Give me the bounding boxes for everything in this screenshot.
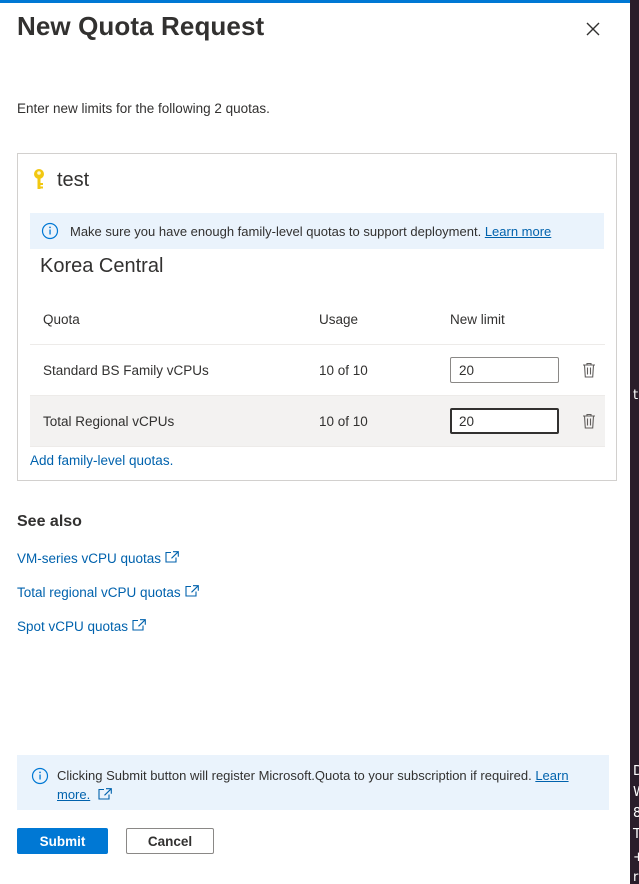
vm-series-quotas-link[interactable]: VM-series vCPU quotas: [17, 550, 179, 566]
new-limit-cell: [450, 408, 559, 434]
subscription-card: test Make sure you have enough family-le…: [17, 153, 617, 481]
spot-quotas-link[interactable]: Spot vCPU quotas: [17, 618, 146, 634]
quota-usage: 10 of 10: [319, 362, 368, 378]
learn-more-link[interactable]: Learn more: [485, 224, 551, 239]
region-title: Korea Central: [40, 255, 164, 277]
quota-table: Quota Usage New limit Standard BS Family…: [30, 294, 605, 447]
table-header: Quota Usage New limit: [30, 294, 605, 345]
notice-learn-more-link[interactable]: Learn: [535, 768, 568, 783]
background-text: T: [633, 827, 639, 842]
new-limit-cell: [450, 357, 559, 383]
background-text: t: [633, 388, 639, 403]
trash-icon[interactable]: [582, 362, 596, 378]
background-text: r: [633, 870, 639, 884]
quota-name: Total Regional vCPUs: [43, 413, 175, 429]
total-regional-quotas-link[interactable]: Total regional vCPU quotas: [17, 584, 199, 600]
page-title: New Quota Request: [17, 11, 265, 41]
notice-learn-more-link-cont[interactable]: more.: [57, 787, 90, 802]
info-banner: Make sure you have enough family-level q…: [30, 213, 604, 249]
header-new-limit: New limit: [450, 311, 505, 327]
cancel-button[interactable]: Cancel: [126, 828, 214, 854]
notice-text: Clicking Submit button will register Mic…: [57, 768, 532, 783]
info-icon: [41, 222, 59, 240]
quota-request-panel: New Quota Request Enter new limits for t…: [0, 3, 630, 884]
subscription-header: test: [31, 168, 89, 192]
table-row: Standard BS Family vCPUs 10 of 10: [30, 345, 605, 396]
background-text: 8: [633, 806, 639, 821]
subscription-name: test: [57, 168, 90, 191]
new-limit-input[interactable]: [450, 408, 559, 434]
info-message: Make sure you have enough family-level q…: [70, 223, 482, 239]
notice-text-block: Clicking Submit button will register Mic…: [57, 766, 569, 810]
close-icon: [586, 22, 600, 36]
external-link-icon: [98, 787, 112, 800]
external-link-icon: [185, 584, 199, 597]
intro-text: Enter new limits for the following 2 quo…: [17, 101, 270, 116]
background-text: +: [633, 850, 639, 865]
registration-notice: Clicking Submit button will register Mic…: [17, 755, 609, 810]
header-quota: Quota: [43, 311, 80, 327]
background-text: W: [633, 785, 639, 800]
header-usage: Usage: [319, 311, 359, 327]
trash-icon[interactable]: [582, 413, 596, 429]
background-text: D: [633, 764, 639, 779]
see-also-heading: See also: [17, 513, 82, 530]
info-icon: [31, 767, 49, 785]
submit-button[interactable]: Submit: [17, 828, 108, 854]
quota-usage: 10 of 10: [319, 413, 368, 429]
external-link-icon: [165, 550, 179, 563]
table-row: Total Regional vCPUs 10 of 10: [30, 396, 605, 447]
key-icon: [34, 169, 44, 189]
quota-name: Standard BS Family vCPUs: [43, 362, 209, 378]
external-link-icon: [132, 618, 146, 631]
background-window: t D W 8 T + r: [630, 0, 639, 884]
new-limit-input[interactable]: [450, 357, 559, 383]
add-family-quotas-link[interactable]: Add family-level quotas.: [30, 453, 173, 468]
close-button[interactable]: [581, 17, 605, 41]
